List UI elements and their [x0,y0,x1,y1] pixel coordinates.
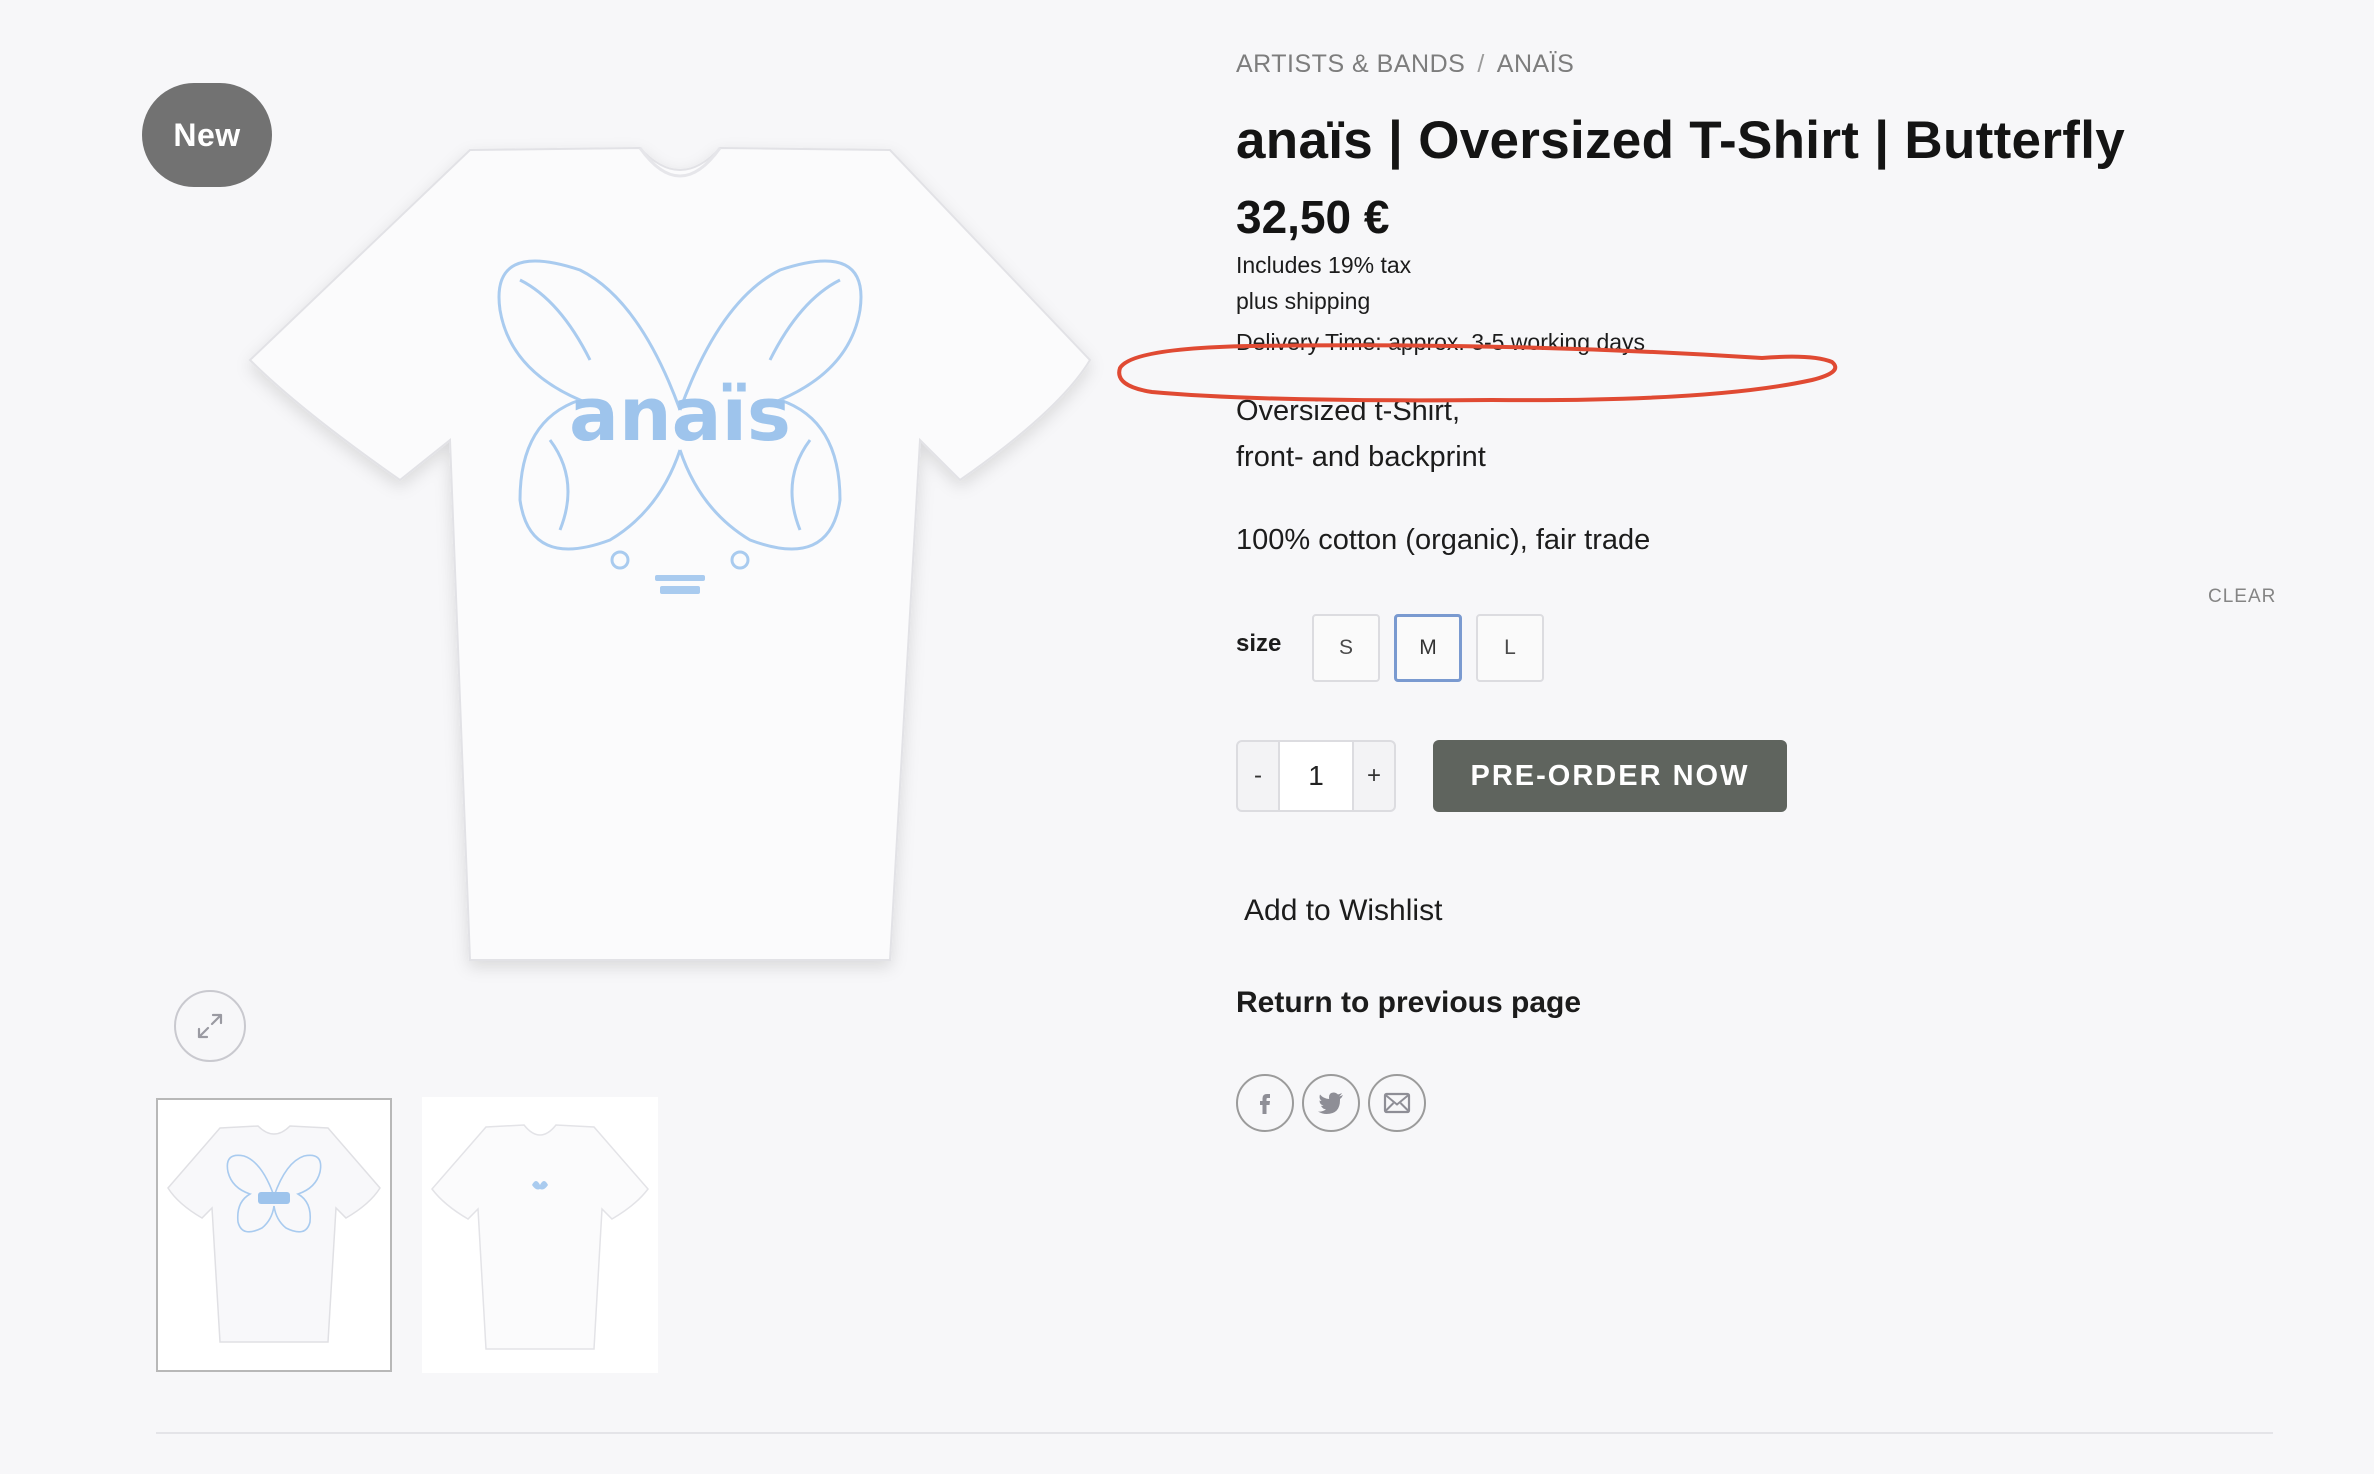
product-price: 32,50 € [1236,191,1390,243]
facebook-icon [1260,1094,1270,1114]
thumbnail-front-image [431,1124,649,1350]
zoom-button[interactable] [174,990,246,1062]
delivery-note: Delivery Time: approx. 3-5 working days [1236,329,1646,355]
breadcrumb: ARTISTS & BANDS / ANAÏS [1236,50,1574,79]
size-option-s[interactable]: S [1312,614,1380,682]
product-details: ARTISTS & BANDS / ANAÏS anaïs | Oversized … [1236,0,2316,1200]
description-line-1: Oversized t-Shirt, [1236,395,1460,427]
quantity-increase-button[interactable]: + [1354,742,1394,810]
breadcrumb-item-anais[interactable]: ANAÏS [1497,50,1575,78]
share-facebook-button[interactable] [1236,1074,1294,1132]
product-gallery: New anaïs [0,0,1180,1474]
product-page: New anaïs ARTISTS & BANDS / ANAÏS anaïs … [0,0,2374,1474]
share-twitter-button[interactable] [1302,1074,1360,1132]
email-icon [1383,1092,1411,1114]
breadcrumb-separator: / [1477,50,1485,78]
quantity-input[interactable] [1278,742,1354,810]
quantity-decrease-button[interactable]: - [1238,742,1278,810]
shipping-note: plus shipping [1236,288,1371,314]
breadcrumb-item-artists[interactable]: ARTISTS & BANDS [1236,50,1465,78]
tax-note: Includes 19% tax [1236,252,1412,278]
expand-icon [197,1013,223,1039]
add-to-wishlist-link[interactable]: Add to Wishlist [1244,894,1442,928]
clear-selection-link[interactable]: CLEAR [2208,586,2276,608]
thumbnail-back[interactable] [156,1098,392,1372]
size-option-m[interactable]: M [1394,614,1462,682]
size-label: size [1236,630,1282,657]
description-line-2: front- and backprint [1236,441,1486,473]
pre-order-button[interactable]: PRE-ORDER NOW [1433,740,1787,812]
share-email-button[interactable] [1368,1074,1426,1132]
thumbnail-front[interactable] [422,1097,658,1373]
section-divider [156,1432,2273,1434]
size-option-l[interactable]: L [1476,614,1544,682]
thumbnail-back-image [167,1125,381,1343]
description-line-3: 100% cotton (organic), fair trade [1236,524,1651,556]
product-title: anaïs | Oversized T-Shirt | Butterfly [1236,111,2125,170]
quantity-stepper: - + [1236,740,1396,812]
return-to-previous-page-link[interactable]: Return to previous page [1236,986,1581,1020]
shirt-print-text: anaïs [569,372,791,458]
twitter-icon [1318,1092,1343,1114]
product-main-image[interactable]: anaïs [220,120,1140,1000]
